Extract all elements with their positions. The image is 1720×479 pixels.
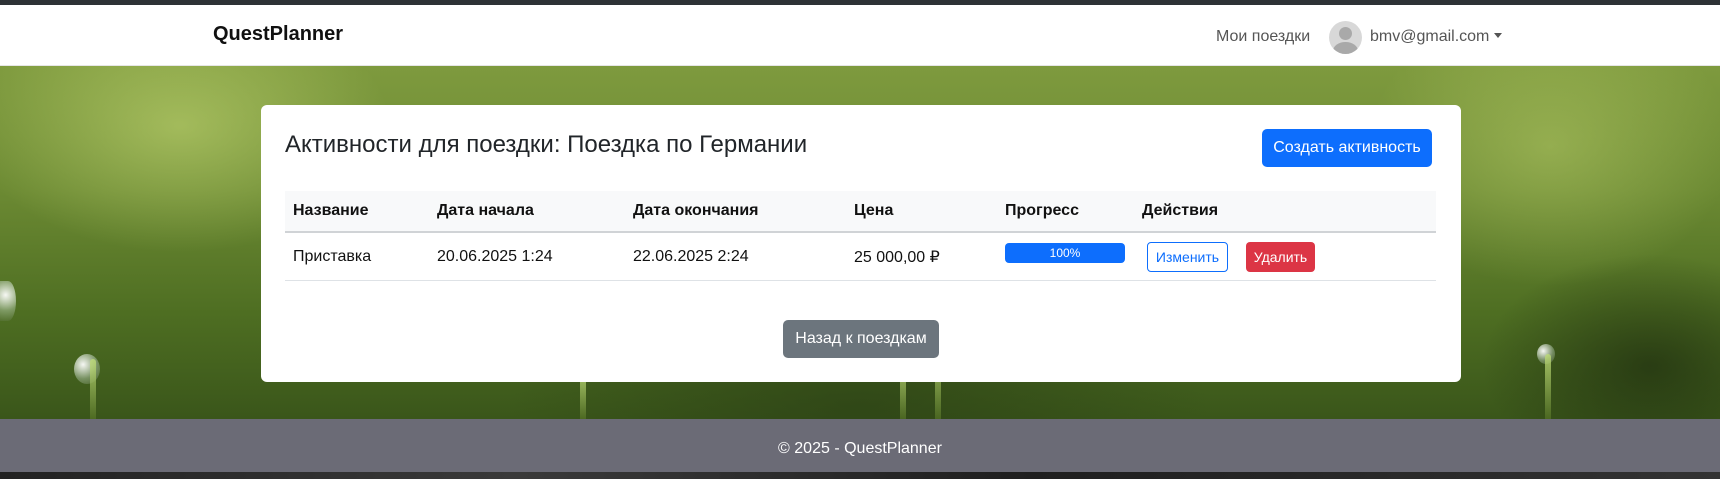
column-header-price: Цена xyxy=(846,191,997,233)
avatar-shoulders-shape xyxy=(1333,42,1358,54)
progress-bar: 100% xyxy=(1005,242,1125,263)
grass-blade-decoration xyxy=(90,359,96,419)
footer: © 2025 - QuestPlanner xyxy=(0,419,1720,479)
user-avatar-icon[interactable] xyxy=(1329,21,1362,54)
cell-end-date: 22.06.2025 2:24 xyxy=(625,232,846,281)
caret-down-icon xyxy=(1494,33,1503,38)
navbar: QuestPlanner Мои поездки bmv@gmail.com xyxy=(0,5,1720,66)
cell-start-date: 20.06.2025 1:24 xyxy=(429,232,625,281)
user-email: bmv@gmail.com xyxy=(1370,28,1490,45)
back-to-trips-button[interactable]: Назад к поездкам xyxy=(783,320,939,358)
column-header-name: Название xyxy=(285,191,429,233)
cell-price: 25 000,00 ₽ xyxy=(846,232,997,281)
cell-actions: Изменить Удалить xyxy=(1134,232,1436,281)
edit-button[interactable]: Изменить xyxy=(1147,242,1228,272)
column-header-actions: Действия xyxy=(1134,191,1436,233)
row-actions: Изменить Удалить xyxy=(1142,233,1436,280)
nav-link-my-trips[interactable]: Мои поездки xyxy=(1216,28,1310,46)
activities-card: Активности для поездки: Поездка по Герма… xyxy=(261,105,1461,382)
brand-link[interactable]: QuestPlanner xyxy=(213,23,343,46)
footer-background-strip xyxy=(0,472,1720,479)
progress-bar-fill: 100% xyxy=(1005,242,1125,263)
table-row: Приставка 20.06.2025 1:24 22.06.2025 2:2… xyxy=(285,232,1436,281)
column-header-start-date: Дата начала xyxy=(429,191,625,233)
user-menu-dropdown[interactable]: bmv@gmail.com xyxy=(1370,28,1503,46)
activities-table: Название Дата начала Дата окончания Цена… xyxy=(285,191,1436,281)
avatar-head-shape xyxy=(1339,27,1352,40)
table-header-row: Название Дата начала Дата окончания Цена… xyxy=(285,191,1436,233)
delete-button[interactable]: Удалить xyxy=(1246,242,1315,272)
create-activity-button[interactable]: Создать активность xyxy=(1262,129,1432,167)
dew-drop-decoration xyxy=(74,354,100,384)
grass-blade-decoration xyxy=(1545,354,1551,419)
page-title: Активности для поездки: Поездка по Герма… xyxy=(285,131,808,158)
cell-progress: 100% xyxy=(997,232,1134,281)
cell-name: Приставка xyxy=(285,232,429,281)
column-header-end-date: Дата окончания xyxy=(625,191,846,233)
column-header-progress: Прогресс xyxy=(997,191,1134,233)
footer-copyright: © 2025 - QuestPlanner xyxy=(778,440,942,457)
dew-drop-decoration xyxy=(0,281,16,321)
